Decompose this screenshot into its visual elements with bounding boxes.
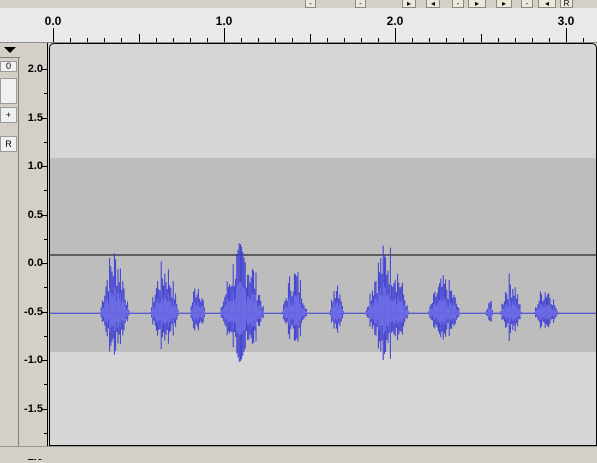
ruler-tick xyxy=(378,38,379,42)
audio-track[interactable] xyxy=(49,43,597,446)
toolbar-button[interactable]: - xyxy=(355,0,366,8)
ruler-label: 1.0 xyxy=(215,14,233,28)
scale-tick xyxy=(41,312,47,313)
toolbar-button[interactable]: ▸ xyxy=(496,0,512,8)
scale-tick xyxy=(41,215,47,216)
ruler-tick xyxy=(241,38,242,42)
scale-tick-minor xyxy=(44,142,47,143)
ruler-tick xyxy=(190,38,191,42)
ruler-tick xyxy=(481,34,482,42)
right-channel-button[interactable]: R xyxy=(0,136,17,152)
bottom-scrollbar[interactable] xyxy=(0,446,597,459)
ruler-tick xyxy=(344,38,345,42)
toolbar-button[interactable]: - xyxy=(305,0,316,8)
ruler-tick xyxy=(173,38,174,42)
scale-tick-minor xyxy=(44,384,47,385)
toolbar-button[interactable]: ▸ xyxy=(402,0,416,8)
track-control-panel: 0 + R xyxy=(0,43,19,446)
scale-tick-minor xyxy=(44,287,47,288)
ruler-label: 2.0 xyxy=(386,14,404,28)
scale-tick-minor xyxy=(44,336,47,337)
ruler-tick xyxy=(224,28,225,42)
ruler-tick xyxy=(70,38,71,42)
track-menu-button[interactable] xyxy=(0,43,20,58)
ruler-tick xyxy=(549,38,550,42)
ruler-tick xyxy=(207,38,208,42)
triangle-down-icon xyxy=(4,47,16,53)
scale-tick-minor xyxy=(44,239,47,240)
ruler-tick xyxy=(156,38,157,42)
ruler-tick xyxy=(446,38,447,42)
ruler-tick xyxy=(583,38,584,42)
ruler-tick xyxy=(395,28,396,42)
ruler-tick xyxy=(292,38,293,42)
add-button[interactable]: + xyxy=(0,107,17,123)
ruler-tick xyxy=(87,38,88,42)
scale-tick xyxy=(41,69,47,70)
toolbar-button[interactable]: R xyxy=(560,0,573,8)
timeline-ruler[interactable]: 0.0 1.0 2.0 3.0 xyxy=(0,8,597,43)
amplitude-scale: 2.01.51.00.50.0-0.5-1.0-1.5-2.0 xyxy=(20,43,48,463)
ruler-tick xyxy=(361,38,362,42)
ruler-tick xyxy=(53,28,54,42)
ruler-tick xyxy=(412,38,413,42)
scale-tick-minor xyxy=(44,433,47,434)
toolbar-button[interactable]: ◂ xyxy=(538,0,556,8)
ruler-tick xyxy=(515,38,516,42)
ruler-label: 0.0 xyxy=(44,14,62,28)
toolbar-button[interactable]: ◂ xyxy=(426,0,440,8)
gain-slider[interactable] xyxy=(0,78,17,104)
ruler-tick xyxy=(566,28,567,42)
ruler-tick xyxy=(429,38,430,42)
scale-tick xyxy=(41,360,47,361)
scale-tick xyxy=(41,409,47,410)
ruler-tick xyxy=(275,38,276,42)
toolbar-button[interactable]: ▸ xyxy=(468,0,486,8)
scale-tick xyxy=(41,118,47,119)
scale-tick-minor xyxy=(44,190,47,191)
gain-value: 0 xyxy=(0,61,17,72)
scale-tick xyxy=(41,263,47,264)
ruler-tick xyxy=(498,38,499,42)
ruler-tick xyxy=(327,38,328,42)
ruler-tick xyxy=(463,38,464,42)
ruler-tick xyxy=(258,38,259,42)
ruler-label: 3.0 xyxy=(557,14,575,28)
ruler-tick xyxy=(139,34,140,42)
scale-tick xyxy=(41,166,47,167)
ruler-tick xyxy=(104,38,105,42)
ruler-tick xyxy=(121,38,122,42)
scale-tick-minor xyxy=(44,93,47,94)
ruler-tick xyxy=(532,38,533,42)
toolbar-button[interactable]: - xyxy=(452,0,464,8)
toolbar-button[interactable]: - xyxy=(521,0,533,8)
ruler-tick xyxy=(310,34,311,42)
waveform xyxy=(50,158,596,362)
